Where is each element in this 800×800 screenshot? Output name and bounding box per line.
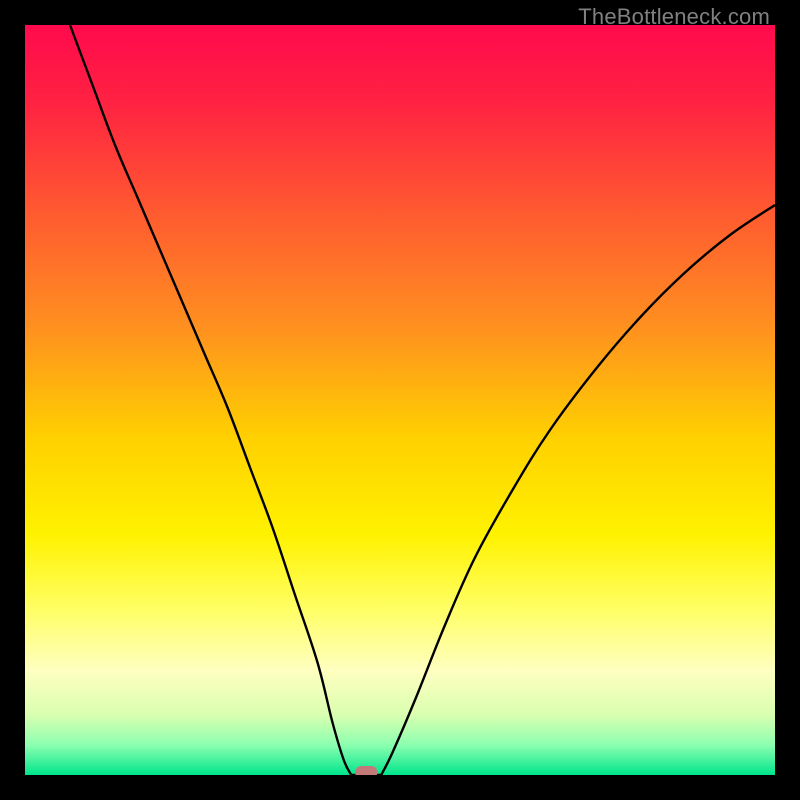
chart-frame: [25, 25, 775, 775]
watermark-text: TheBottleneck.com: [578, 4, 770, 30]
chart-svg: [25, 25, 775, 775]
chart-background: [25, 25, 775, 775]
minimum-marker: [355, 766, 377, 775]
